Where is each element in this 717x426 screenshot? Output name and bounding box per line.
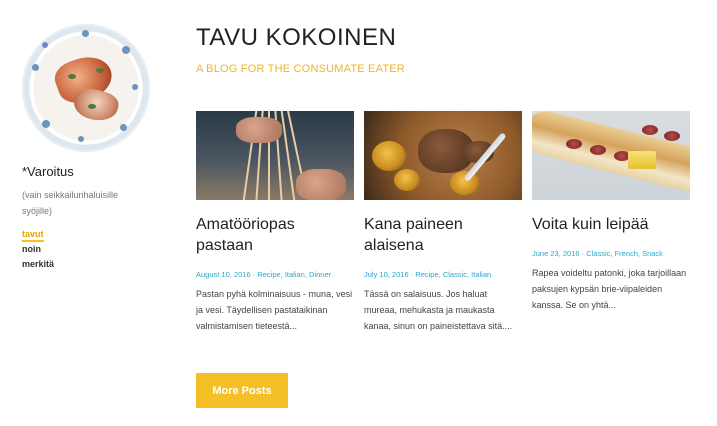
blog-title[interactable]: TAVU KOKOINEN [196,24,405,52]
site-description: (vain seikkailunhaluisille syöjille) [22,190,119,216]
avatar[interactable] [22,24,150,152]
post-card: Amatööriopas pastaan August 10, 2016 · R… [196,111,354,343]
post-tag[interactable]: Dinner [309,270,331,279]
post-tag[interactable]: Classic [586,249,610,258]
nav-item-tavut[interactable]: tavut [22,229,172,242]
post-excerpt: Tässä on salaisuus. Jos haluat mureaa, m… [364,289,513,332]
post-meta: August 10, 2016 · Recipe, Italian, Dinne… [196,270,332,280]
blog-page: *Varoitus (vain seikkailunhaluisille syö… [0,0,717,426]
post-date[interactable]: June 23, 2016 [532,249,580,258]
post-meta: July 10, 2016 · Recipe, Classic, Italian [364,270,492,280]
site-name[interactable]: *Varoitus [22,164,172,179]
post-tag[interactable]: Italian [285,270,305,279]
more-posts-button[interactable]: More Posts [196,373,288,408]
post-tag[interactable]: Snack [642,249,663,258]
post-thumbnail[interactable] [364,111,522,200]
blog-tagline: A BLOG FOR THE CONSUMATE EATER [196,63,405,75]
post-card: Kana paineen alaisena July 10, 2016 · Re… [364,111,522,343]
nav-item-noin[interactable]: noin [22,244,172,254]
blog-header: TAVU KOKOINEN A BLOG FOR THE CONSUMATE E… [196,24,405,75]
sidebar: *Varoitus (vain seikkailunhaluisille syö… [22,24,172,274]
post-excerpt: Rapea voideltu patonki, joka tarjoillaan… [532,268,687,311]
post-tag[interactable]: Recipe [415,270,438,279]
post-tag[interactable]: Italian [471,270,491,279]
post-date[interactable]: August 10, 2016 [196,270,251,279]
sidebar-nav: tavut noin merkitä [22,229,172,269]
post-meta: June 23, 2016 · Classic, French, Snack [532,249,663,259]
post-title[interactable]: Voita kuin leipää [532,214,690,235]
nav-item-merkita[interactable]: merkitä [22,259,172,269]
post-thumbnail[interactable] [532,111,690,200]
post-date[interactable]: July 10, 2016 [364,270,409,279]
post-card: Voita kuin leipää June 23, 2016 · Classi… [532,111,690,322]
post-tag[interactable]: French [615,249,638,258]
post-tag[interactable]: Classic [443,270,467,279]
post-excerpt: Pastan pyhä kolminaisuus - muna, vesi ja… [196,289,353,332]
post-thumbnail[interactable] [196,111,354,200]
post-title[interactable]: Kana paineen alaisena [364,214,522,256]
post-tag[interactable]: Recipe [257,270,280,279]
post-title[interactable]: Amatööriopas pastaan [196,214,354,256]
